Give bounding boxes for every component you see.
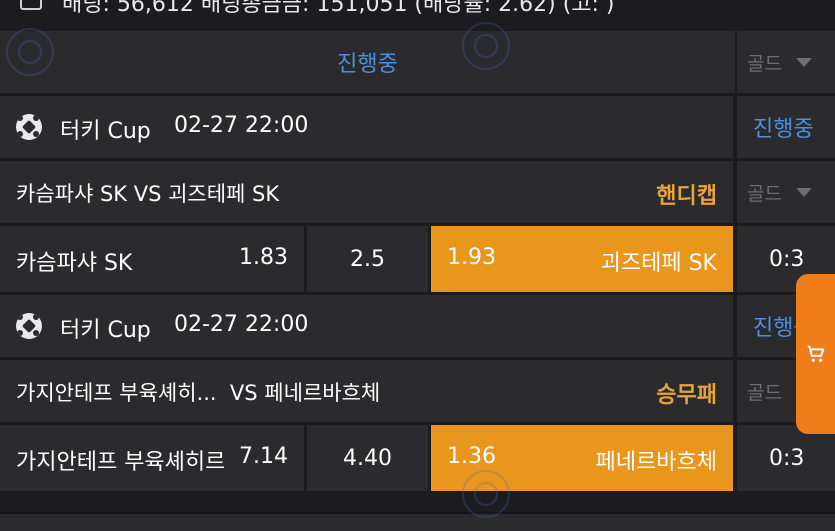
cart-side-tab[interactable] <box>796 274 835 434</box>
away-team: 페네르바흐체 <box>595 450 717 475</box>
odds-middle-cell[interactable]: 4.40 <box>307 425 428 491</box>
home-odds: 7.14 <box>237 444 288 469</box>
odds-middle-cell[interactable]: 2.5 <box>307 226 428 292</box>
league-name: 터키 Cup <box>60 119 151 144</box>
match-header-row: 터키 Cup 02-27 22:00 <box>0 96 733 158</box>
bet-type-label: 핸디캡 <box>656 184 717 209</box>
home-odds: 1.83 <box>239 245 288 270</box>
match-title-row: 카슴파샤 SK VS 괴즈테페 SK 핸디캡 <box>0 161 733 223</box>
bet-summary-bar: 배팅: 56,612 배팅총금금: 151,051 (배당률: 2.62) (고… <box>0 0 835 28</box>
match-status[interactable]: 진행중 <box>735 96 835 158</box>
watermark-logo <box>6 28 54 76</box>
league-name: 터키 Cup <box>60 318 151 343</box>
summary-text: 배팅: 56,612 배팅총금금: 151,051 (배당률: 2.62) (고… <box>62 0 615 17</box>
away-odds: 1.36 <box>447 444 496 469</box>
status-row: 진행중 <box>0 31 735 93</box>
home-team: 가지안테프 부육셰히르 <box>16 450 224 475</box>
odds-away-cell-selected[interactable]: 1.93 괴즈테페 SK <box>431 226 733 292</box>
middle-value: 4.40 <box>343 445 392 471</box>
home-team: 카슴파샤 SK <box>16 251 133 276</box>
gold-label: 골드 <box>747 52 782 75</box>
away-team: 괴즈테페 SK <box>600 251 717 276</box>
match-datetime: 02-27 22:00 <box>174 113 309 138</box>
gold-label: 골드 <box>747 182 782 205</box>
watermark-logo <box>462 22 510 70</box>
status-label[interactable]: 진행중 <box>0 31 735 93</box>
bet-type-label: 승무패 <box>656 383 717 408</box>
soccer-ball-icon <box>16 114 42 140</box>
odds-home-cell[interactable]: 가지안테프 부육셰히르 7.14 <box>0 425 304 491</box>
match-title-row: 가지안테프 부육셰히... VS 페네르바흐체 승무패 <box>0 360 733 422</box>
score: 0:3 <box>769 246 805 272</box>
score-cell: 0:3 <box>735 425 835 491</box>
odds-home-cell[interactable]: 카슴파샤 SK 1.83 <box>0 226 304 292</box>
match-datetime: 02-27 22:00 <box>174 312 309 337</box>
match-status-label: 진행중 <box>753 117 814 142</box>
gold-label: 골드 <box>747 381 782 404</box>
away-odds: 1.93 <box>447 245 496 270</box>
next-row-partial <box>0 512 835 531</box>
match-header-row: 터키 Cup 02-27 22:00 <box>0 295 733 357</box>
match-title: 카슴파샤 SK VS 괴즈테페 SK <box>16 182 280 206</box>
gold-dropdown-top[interactable]: 골드 <box>735 31 835 93</box>
cart-icon <box>807 345 825 363</box>
match-title: 가지안테프 부육셰히... VS 페네르바흐체 <box>16 381 381 405</box>
soccer-ball-icon <box>16 313 42 339</box>
watermark-logo <box>462 470 510 518</box>
middle-value: 2.5 <box>350 246 385 272</box>
score: 0:3 <box>769 445 805 471</box>
summary-checkbox[interactable] <box>20 0 42 10</box>
gold-dropdown[interactable]: 골드 <box>735 161 835 223</box>
chevron-down-icon <box>795 187 812 197</box>
chevron-down-icon <box>795 57 812 67</box>
